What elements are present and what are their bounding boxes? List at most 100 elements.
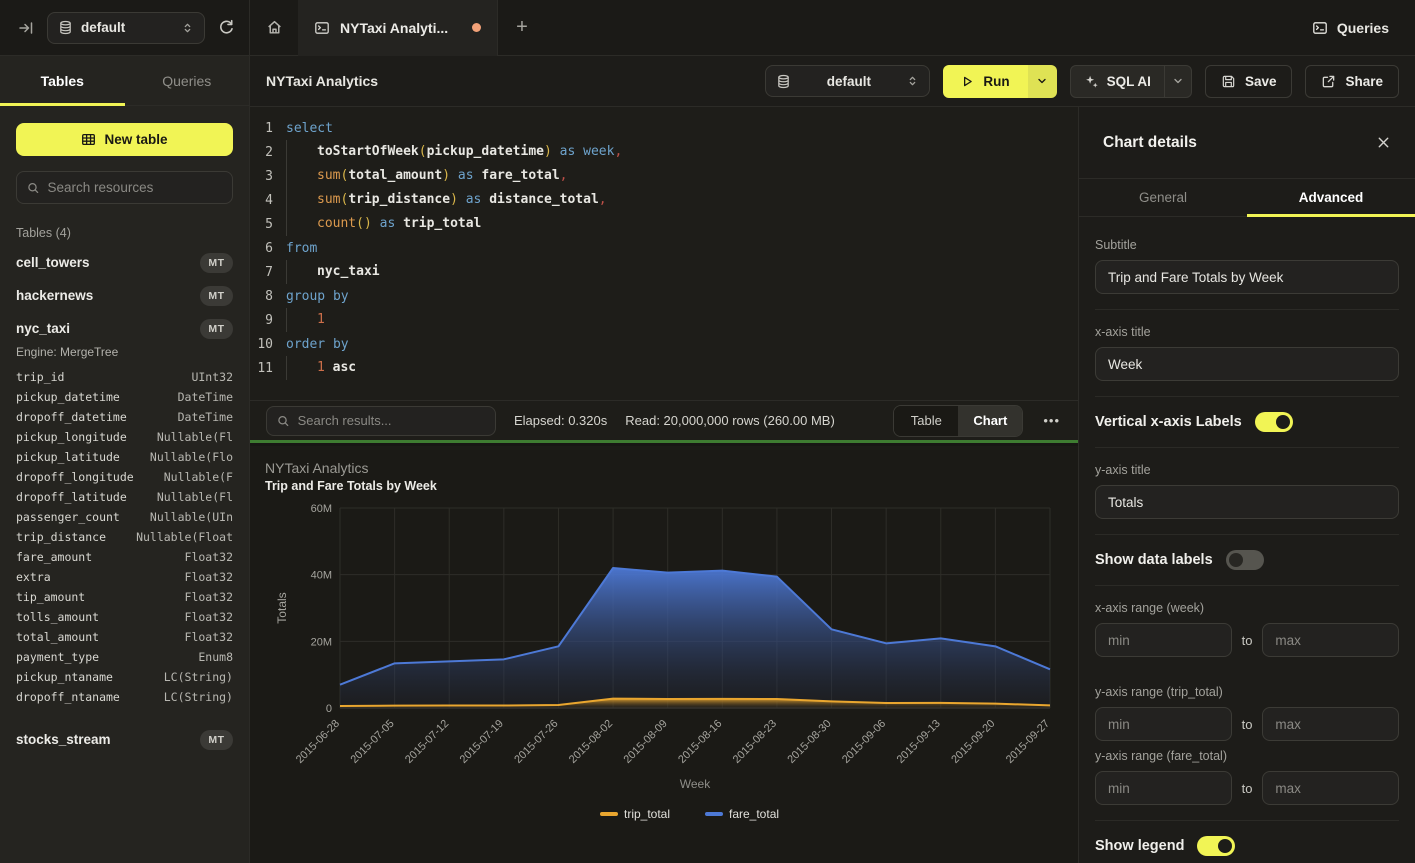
editor-line[interactable]: 91 (250, 308, 1078, 332)
table-item-stocks_stream[interactable]: stocks_streamMT (0, 723, 249, 756)
sql-editor[interactable]: 1select2toStartOfWeek(pickup_datetime) a… (250, 107, 1078, 400)
view-toggle-chart[interactable]: Chart (958, 406, 1022, 436)
home-button[interactable] (250, 0, 298, 56)
column-row[interactable]: passenger_countNullable(UIn (16, 507, 233, 527)
sql-ai-button[interactable]: SQL AI (1071, 66, 1164, 97)
results-chart[interactable]: 020M40M60MTotals2015-06-282015-07-052015… (250, 493, 1078, 853)
column-type: Float32 (185, 610, 233, 624)
editor-line[interactable]: 3sum(total_amount) as fare_total, (250, 164, 1078, 188)
line-number: 11 (250, 361, 286, 376)
vertical-labels-toggle[interactable] (1255, 412, 1293, 432)
svg-text:2015-07-19: 2015-07-19 (458, 718, 506, 766)
top-bar: default NYTaxi Analyti... + Queries (0, 0, 1415, 56)
document-header: NYTaxi Analytics default Run SQL AI Save (250, 56, 1415, 107)
column-row[interactable]: tolls_amountFloat32 (16, 607, 233, 627)
column-row[interactable]: tip_amountFloat32 (16, 587, 233, 607)
queries-top-label: Queries (1337, 20, 1389, 36)
sidebar-tab-tables[interactable]: Tables (0, 56, 125, 105)
data-labels-toggle[interactable] (1226, 550, 1264, 570)
sidebar-search[interactable] (16, 171, 233, 204)
sidebar-search-input[interactable] (48, 180, 222, 195)
column-row[interactable]: trip_distance Nullable(Float (16, 527, 233, 547)
show-legend-toggle[interactable] (1197, 836, 1235, 856)
database-selector[interactable]: default (47, 12, 205, 44)
column-row[interactable]: pickup_longitudeNullable(Fl (16, 427, 233, 447)
search-icon (27, 181, 40, 195)
table-item-cell_towers[interactable]: cell_towersMT (0, 246, 249, 279)
y-range-trip-max-field[interactable] (1262, 707, 1399, 741)
share-button[interactable]: Share (1305, 65, 1399, 98)
editor-line[interactable]: 4sum(trip_distance) as distance_total, (250, 188, 1078, 212)
run-options-button[interactable] (1028, 65, 1057, 98)
column-name: dropoff_latitude (16, 490, 127, 504)
table-item-hackernews[interactable]: hackernewsMT (0, 279, 249, 312)
panel-tab-general[interactable]: General (1079, 179, 1247, 216)
column-name: pickup_latitude (16, 450, 120, 464)
database-selector-value: default (81, 20, 125, 35)
share-icon (1321, 74, 1336, 89)
code-text: select (286, 121, 333, 136)
column-row[interactable]: dropoff_latitudeNullable(Fl (16, 487, 233, 507)
editor-line[interactable]: 10order by (250, 332, 1078, 356)
new-table-button[interactable]: New table (16, 123, 233, 156)
column-row[interactable]: pickup_datetimeDateTime (16, 387, 233, 407)
editor-line[interactable]: 2toStartOfWeek(pickup_datetime) as week, (250, 140, 1078, 164)
subtitle-field[interactable] (1095, 260, 1399, 294)
collapse-sidebar-icon[interactable] (18, 20, 34, 36)
column-row[interactable]: dropoff_ntanameLC(String) (16, 687, 233, 707)
queries-top-button[interactable]: Queries (1312, 20, 1389, 36)
x-range-max-field[interactable] (1262, 623, 1399, 657)
svg-text:40M: 40M (311, 570, 332, 582)
sql-ai-options-button[interactable] (1164, 66, 1191, 97)
editor-line[interactable]: 5count() as trip_total (250, 212, 1078, 236)
code-text: nyc_taxi (286, 260, 380, 284)
column-row[interactable]: pickup_latitudeNullable(Flo (16, 447, 233, 467)
close-icon[interactable] (1376, 135, 1391, 150)
editor-line[interactable]: 111 asc (250, 356, 1078, 380)
column-type: UInt32 (191, 370, 233, 384)
chevron-updown-icon (906, 74, 919, 88)
column-row[interactable]: pickup_ntanameLC(String) (16, 667, 233, 687)
column-row[interactable]: total_amountFloat32 (16, 627, 233, 647)
view-toggle-table[interactable]: Table (894, 406, 958, 436)
y-range-fare-min-field[interactable] (1095, 771, 1232, 805)
editor-line[interactable]: 8group by (250, 284, 1078, 308)
column-row[interactable]: extraFloat32 (16, 567, 233, 587)
y-axis-title-field[interactable] (1095, 485, 1399, 519)
results-search-input[interactable] (298, 413, 485, 428)
subtitle-field-label: Subtitle (1095, 238, 1399, 252)
editor-line[interactable]: 7nyc_taxi (250, 260, 1078, 284)
sidebar-tab-queries[interactable]: Queries (125, 56, 250, 105)
column-row[interactable]: dropoff_longitudeNullable(F (16, 467, 233, 487)
header-database-selector[interactable]: default (765, 65, 930, 97)
y-range-trip-min-field[interactable] (1095, 707, 1232, 741)
save-button[interactable]: Save (1205, 65, 1293, 98)
line-number: 6 (250, 241, 286, 256)
run-button[interactable]: Run (943, 65, 1027, 98)
line-number: 2 (250, 145, 286, 160)
x-axis-title-field[interactable] (1095, 347, 1399, 381)
svg-text:2015-08-09: 2015-08-09 (622, 718, 670, 766)
x-range-min-field[interactable] (1095, 623, 1232, 657)
column-type: Nullable(Float (136, 530, 233, 544)
column-row[interactable]: dropoff_datetimeDateTime (16, 407, 233, 427)
x-range-label: x-axis range (week) (1095, 601, 1399, 615)
column-row[interactable]: trip_idUInt32 (16, 367, 233, 387)
column-row[interactable]: payment_typeEnum8 (16, 647, 233, 667)
code-text: from (286, 241, 317, 256)
editor-line[interactable]: 1select (250, 116, 1078, 140)
more-options-button[interactable]: ••• (1041, 413, 1062, 428)
column-name: trip_distance (16, 530, 106, 544)
editor-line[interactable]: 6from (250, 236, 1078, 260)
new-tab-button[interactable]: + (498, 0, 546, 56)
svg-text:2015-09-06: 2015-09-06 (840, 718, 888, 766)
tab-nytaxi-analytics[interactable]: NYTaxi Analyti... (298, 0, 498, 56)
results-bar: Elapsed: 0.320s Read: 20,000,000 rows (2… (250, 400, 1078, 443)
results-search[interactable] (266, 406, 496, 436)
refresh-icon[interactable] (218, 19, 235, 36)
y-range-fare-max-field[interactable] (1262, 771, 1399, 805)
column-row[interactable]: fare_amountFloat32 (16, 547, 233, 567)
panel-tab-advanced[interactable]: Advanced (1247, 179, 1415, 216)
document-title: NYTaxi Analytics (266, 73, 378, 89)
table-item-nyc_taxi[interactable]: nyc_taxiMT (0, 312, 249, 345)
